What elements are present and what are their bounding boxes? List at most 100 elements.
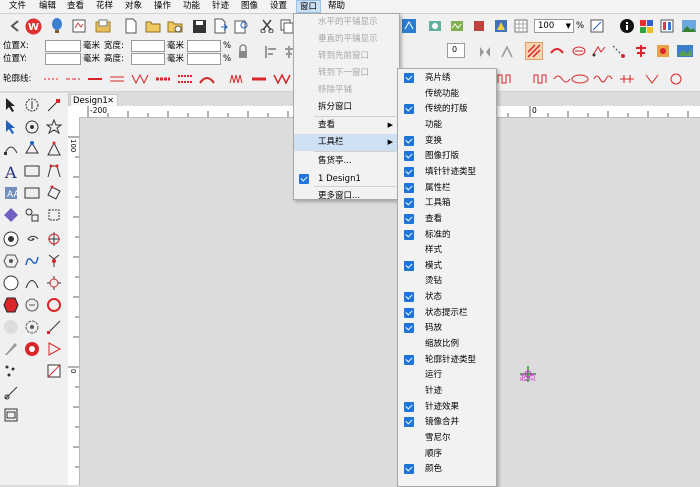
design-library-icon[interactable] [70, 17, 88, 35]
sphere-icon[interactable] [1, 317, 21, 337]
decorative-outline-strip-icon[interactable] [496, 71, 700, 87]
start-end-points-icon[interactable] [44, 317, 64, 337]
zoom-select[interactable]: 100 ▼ [534, 19, 574, 33]
toolbar-submenu-item[interactable]: 状态 [398, 290, 496, 305]
align-left-icon[interactable] [262, 43, 280, 61]
rotate-select-icon[interactable] [22, 117, 42, 137]
show-outlines-icon[interactable] [492, 17, 510, 35]
outline-types-strip-icon[interactable] [42, 71, 296, 87]
flag-triangle-icon[interactable] [44, 339, 64, 359]
info-icon[interactable] [618, 17, 636, 35]
save-icon[interactable] [190, 17, 208, 35]
menu-0[interactable]: 文件 [6, 0, 29, 13]
open-folder-catalog-icon[interactable] [94, 17, 112, 35]
backstitch-icon[interactable] [610, 42, 628, 60]
wilcom-logo-icon[interactable]: W [24, 17, 42, 35]
window-menu-item[interactable]: 更多窗口... [294, 188, 399, 205]
tab-design1[interactable]: Design1 ✕ [70, 94, 118, 106]
back-arrow-icon[interactable] [6, 17, 24, 35]
select-object-icon[interactable] [1, 95, 21, 115]
rectangle-tool-icon[interactable] [22, 161, 42, 181]
toolbar-submenu-item[interactable]: 针迹效果 [398, 400, 496, 415]
tatami-fill-icon[interactable] [525, 42, 543, 60]
toolbar-submenu-item[interactable]: 缩放比例 [398, 337, 496, 352]
open-recent-icon[interactable] [166, 17, 184, 35]
menu-11[interactable]: 帮助 [325, 0, 348, 13]
stitch-edit-icon[interactable] [44, 95, 64, 115]
hexagon-fill-icon[interactable] [1, 295, 21, 315]
toolbar-submenu-item[interactable]: 运行 [398, 368, 496, 383]
toolbar-submenu-item[interactable]: 传统功能 [398, 87, 496, 102]
true-view-icon[interactable] [426, 17, 444, 35]
open-shape-icon[interactable] [44, 161, 64, 181]
width-input[interactable] [131, 40, 165, 52]
show-stitches-icon[interactable] [448, 17, 466, 35]
ring-icon[interactable] [44, 295, 64, 315]
toolbar-submenu-item[interactable]: 变换 [398, 134, 496, 149]
toolbar-submenu-item[interactable]: 镜像合并 [398, 415, 496, 430]
new-file-icon[interactable] [122, 17, 140, 35]
menu-1[interactable]: 编辑 [36, 0, 59, 13]
menu-2[interactable]: 查看 [64, 0, 87, 13]
menu-7[interactable]: 针迹 [209, 0, 232, 13]
cross-stitch-icon[interactable] [632, 42, 650, 60]
flip-horizontal-icon[interactable] [476, 43, 494, 61]
satin-fill-icon[interactable] [548, 42, 566, 60]
bullseye-icon[interactable] [1, 229, 21, 249]
monogram-icon[interactable]: AA [1, 183, 21, 203]
auto-fabric-icon[interactable] [22, 295, 42, 315]
wreath-icon[interactable] [22, 317, 42, 337]
appliqué-icon[interactable] [1, 205, 21, 225]
toolbar-submenu-item[interactable]: 码放 [398, 321, 496, 336]
rotate-icon[interactable] [498, 43, 516, 61]
position-x-input[interactable] [45, 40, 81, 52]
toolbar-submenu-item[interactable]: 功能 [398, 118, 496, 133]
hot-air-balloon-icon[interactable] [48, 17, 66, 35]
image-fill-icon[interactable] [676, 42, 694, 60]
window-menu-item[interactable]: 售货亭... [294, 153, 399, 170]
closed-shape-icon[interactable] [44, 183, 64, 203]
split-shape-icon[interactable] [44, 229, 64, 249]
toolbar-submenu-item[interactable]: 模式 [398, 259, 496, 274]
menu-8[interactable]: 图像 [238, 0, 261, 13]
menu-10[interactable]: 窗口 [296, 0, 322, 13]
export-icon[interactable] [212, 17, 230, 35]
fade-icon[interactable] [44, 361, 64, 381]
fill-pattern-icon[interactable] [654, 42, 672, 60]
window-menu-item[interactable]: 工具栏 ▶ [294, 134, 399, 151]
position-y-input[interactable] [45, 53, 81, 65]
star-node-icon[interactable] [44, 117, 64, 137]
window-menu-item[interactable]: 拆分窗口 [294, 99, 399, 116]
hexagon-outline-icon[interactable] [1, 251, 21, 271]
print-preview-icon[interactable] [232, 17, 250, 35]
polygon-select-icon[interactable] [1, 117, 21, 137]
toolbar-submenu-item[interactable]: 属性栏 [398, 181, 496, 196]
menu-4[interactable]: 对象 [122, 0, 145, 13]
cut-icon[interactable] [258, 17, 276, 35]
motif-run-icon[interactable] [590, 42, 608, 60]
contour-fill-icon[interactable] [570, 42, 588, 60]
sunburst-icon[interactable] [44, 273, 64, 293]
toolbar-submenu-item[interactable]: 雪尼尔 [398, 431, 496, 446]
open-folder-icon[interactable] [144, 17, 162, 35]
toolbar-submenu-item[interactable]: 图像打版 [398, 149, 496, 164]
angle-input[interactable]: 0 [447, 43, 465, 58]
menu-5[interactable]: 操作 [151, 0, 174, 13]
kaleidoscope-icon[interactable] [22, 339, 42, 359]
reshape-icon[interactable] [1, 139, 21, 159]
stitch-points-icon[interactable] [1, 361, 21, 381]
polygon-nodes-icon[interactable] [44, 205, 64, 225]
measure-icon[interactable] [1, 383, 21, 403]
branching-icon[interactable] [44, 251, 64, 271]
thread-chart-icon[interactable] [658, 17, 676, 35]
toolbar-submenu-item[interactable]: 标准的 [398, 228, 496, 243]
toolbar-submenu-item[interactable]: 亮片绣 [398, 71, 496, 86]
toolbar-submenu-item[interactable]: 烫钻 [398, 274, 496, 289]
toolbar-submenu-item[interactable]: 针迹 [398, 384, 496, 399]
zoom-to-fit-icon[interactable] [588, 17, 606, 35]
menu-6[interactable]: 功能 [180, 0, 203, 13]
show-grid-icon[interactable] [512, 17, 530, 35]
window-menu-item[interactable]: 查看 ▶ [294, 117, 399, 134]
ellipse-tool-icon[interactable] [1, 273, 21, 293]
toolbar-submenu-item[interactable]: 顺序 [398, 447, 496, 462]
